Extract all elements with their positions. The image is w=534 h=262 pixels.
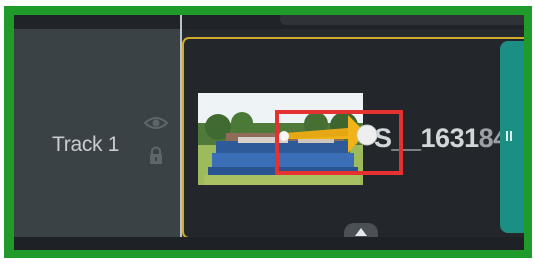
highlight-rectangle bbox=[275, 110, 403, 175]
timeline-panel: Track 1 S__1631 bbox=[14, 15, 524, 250]
callout-arrow bbox=[279, 115, 378, 153]
screenshot-frame: Track 1 S__1631 bbox=[4, 6, 532, 258]
